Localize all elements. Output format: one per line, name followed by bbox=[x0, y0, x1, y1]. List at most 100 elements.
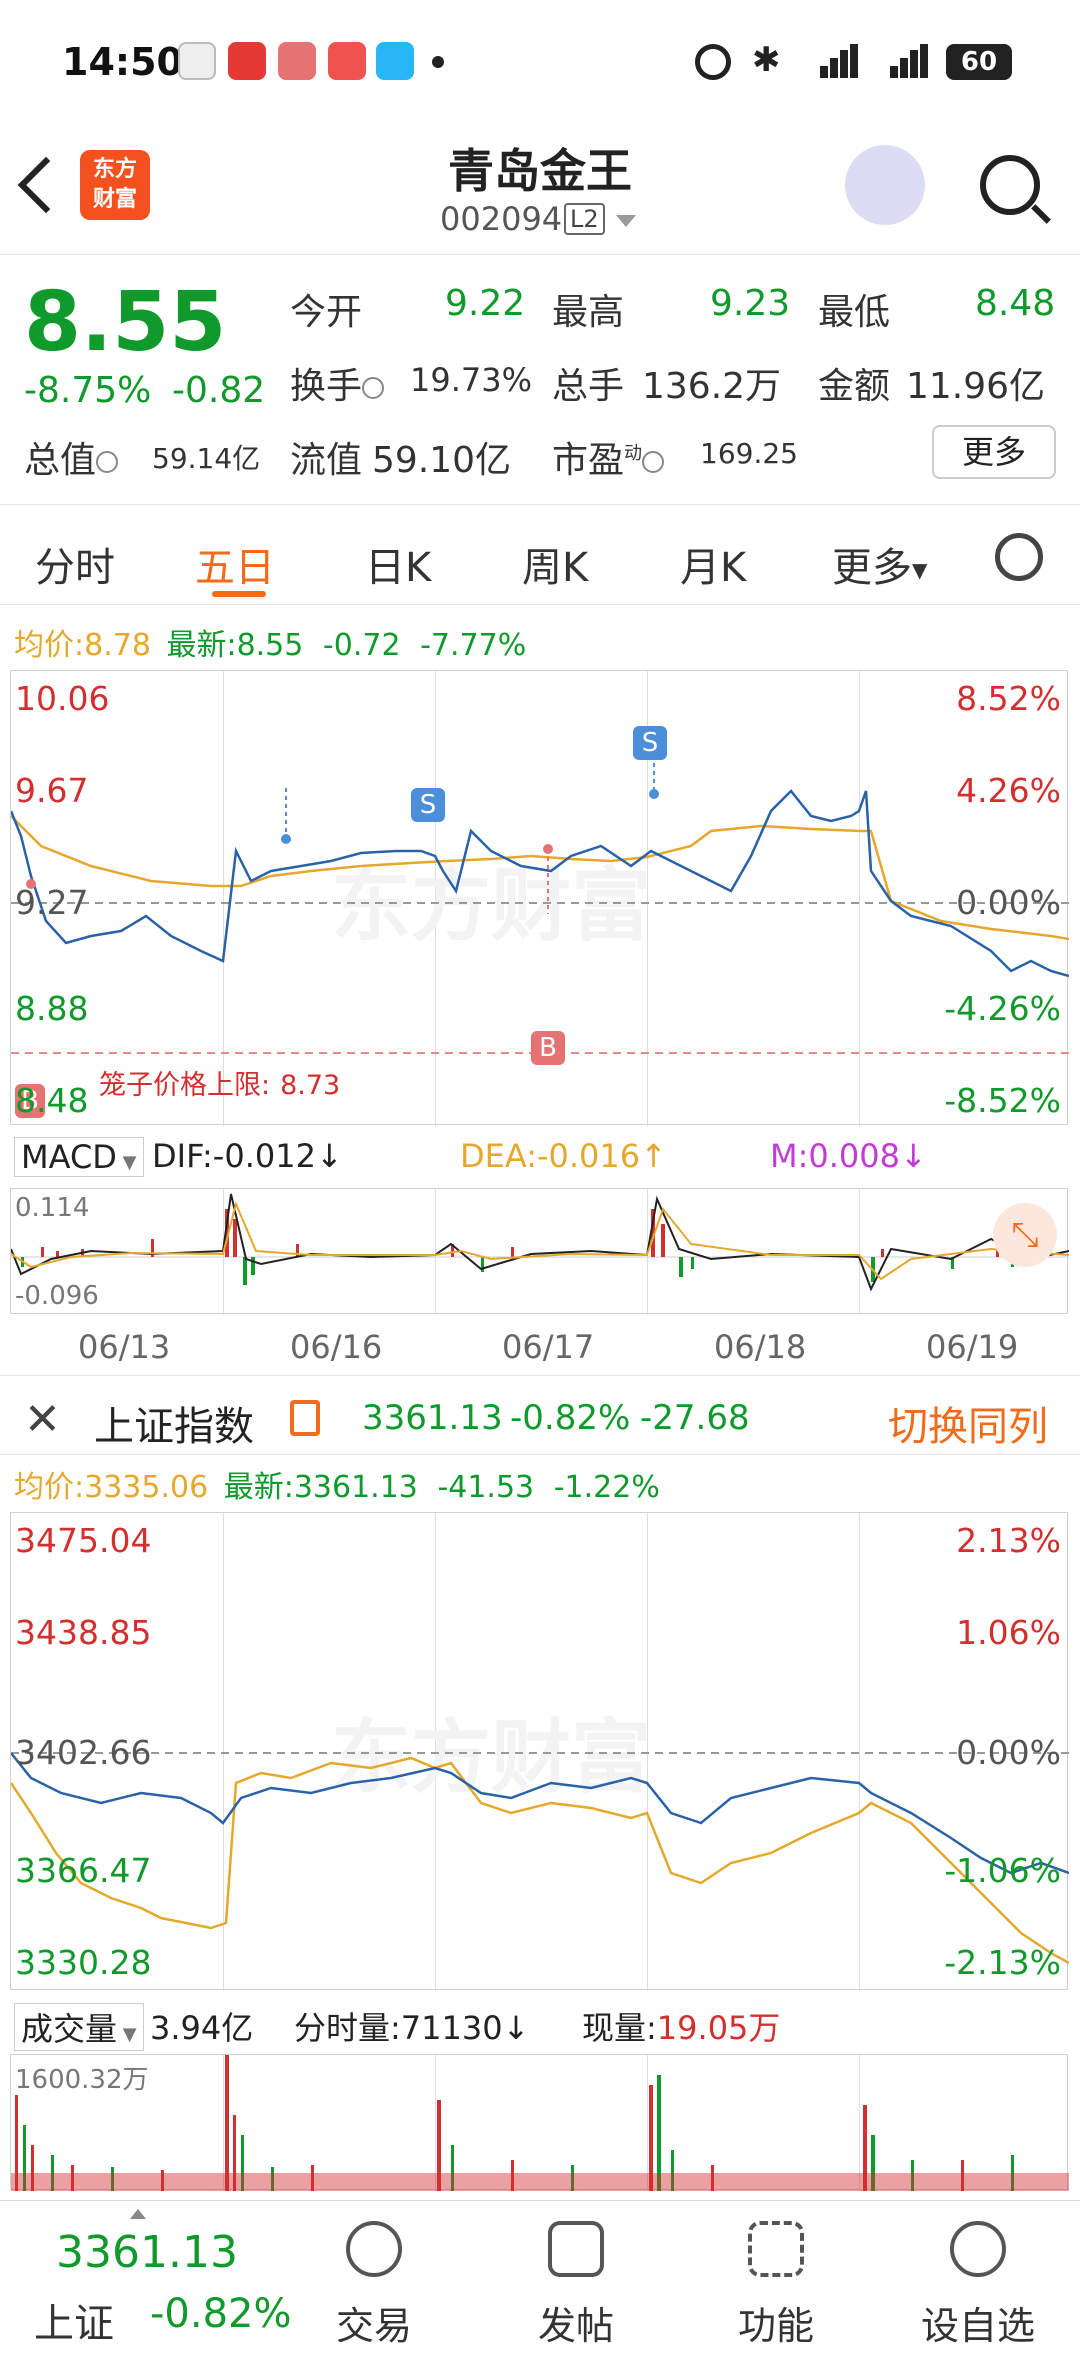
more-quote-button[interactable]: 更多 bbox=[932, 425, 1056, 479]
nav-post[interactable]: 发帖 bbox=[516, 2221, 636, 2350]
lock-icon[interactable] bbox=[290, 1400, 320, 1436]
active-tab-indicator bbox=[212, 591, 266, 597]
switch-column-button[interactable]: 切换同列 bbox=[888, 1394, 1048, 1452]
market-cap-value: 59.14亿 bbox=[152, 442, 261, 475]
buy-marker[interactable]: B bbox=[531, 1031, 565, 1065]
info-icon bbox=[362, 377, 385, 399]
chart-tabs: 分时 五日 日K 周K 月K 更多▼ bbox=[0, 505, 1080, 605]
nav-functions[interactable]: 功能 bbox=[716, 2221, 836, 2350]
amount-label: 金额 bbox=[818, 366, 891, 407]
volume-selector[interactable]: 成交量 ▼ bbox=[14, 2003, 144, 2051]
index-bar: ✕ 上证指数 3361.13 -0.82% -27.68 切换同列 bbox=[0, 1375, 1080, 1455]
tab-more[interactable]: 更多▼ bbox=[832, 535, 927, 593]
current-price: 8.55 bbox=[24, 275, 227, 370]
y-axis-label: 10.06 bbox=[15, 679, 110, 718]
dea-value: DEA:-0.016↑ bbox=[460, 1137, 667, 1175]
y-axis-label: 9.27 bbox=[15, 883, 89, 922]
date-label: 06/19 bbox=[926, 1328, 1019, 1366]
open-label: 今开 bbox=[290, 292, 363, 333]
y-axis-label: 8.88 bbox=[15, 989, 89, 1028]
pe-label: 市盈动 bbox=[552, 431, 665, 483]
y-axis-label: 3475.04 bbox=[15, 1521, 152, 1560]
price-limit-label: 笼子价格上限: 8.73 bbox=[99, 1070, 341, 1101]
turnover-value: 19.73% bbox=[410, 361, 533, 399]
macd-selector[interactable]: MACD ▼ bbox=[14, 1137, 144, 1177]
y-axis-pct-label: -4.26% bbox=[944, 989, 1061, 1028]
info-icon bbox=[642, 451, 665, 473]
status-bar: 14:50 ✱ 60 bbox=[0, 0, 1080, 125]
stock-header: 东方 财富 青岛金王 002094 L2 bbox=[0, 125, 1080, 255]
float-cap-label: 流值 bbox=[290, 440, 363, 481]
close-icon[interactable]: ✕ bbox=[24, 1394, 61, 1445]
index-value: 3361.13 bbox=[362, 1398, 503, 1438]
date-label: 06/18 bbox=[714, 1328, 807, 1366]
index-chart[interactable]: 东方财富 3475.04 3438.85 3402.66 3366.47 333… bbox=[10, 1512, 1069, 1991]
app-notification-icon bbox=[278, 42, 316, 80]
y-axis-label: 8.48 bbox=[15, 1081, 89, 1120]
high-label: 最高 bbox=[552, 292, 625, 333]
pe-value: 169.25 bbox=[700, 437, 798, 470]
quote-panel: 8.55 -8.75% -0.82 今开 9.22 最高 9.23 最低 8.4… bbox=[0, 255, 1080, 505]
signal-5g-icon bbox=[870, 44, 928, 78]
market-cap-label: 总值 bbox=[24, 431, 119, 483]
nav-index-percent[interactable]: -0.82% bbox=[150, 2291, 292, 2337]
bottom-navigation: 3361.13 上证 -0.82% 交易 发帖 功能 设自选 bbox=[0, 2200, 1080, 2376]
tab-weekly-k[interactable]: 周K bbox=[522, 535, 588, 593]
change-percent: -8.75% bbox=[24, 370, 152, 411]
y-axis-pct-label: -2.13% bbox=[944, 1943, 1061, 1982]
volume-total: 3.94亿 bbox=[150, 2009, 254, 2047]
post-icon bbox=[548, 2221, 604, 2277]
macd-min-label: -0.096 bbox=[15, 1281, 99, 1311]
volume-bars bbox=[11, 2055, 1069, 2191]
m-value: M:0.008↓ bbox=[770, 1137, 927, 1175]
macd-lines bbox=[11, 1193, 1069, 1292]
index-chart-info: 均价:3335.06 最新:3361.13 -41.53 -1.22% bbox=[14, 1470, 660, 1505]
more-notifications-dot-icon bbox=[432, 56, 444, 68]
stock-chart-info: 均价:8.78 最新:8.55 -0.72 -7.77% bbox=[14, 628, 527, 663]
battery-icon: 60 bbox=[946, 44, 1012, 80]
y-axis-pct-label: -1.06% bbox=[944, 1851, 1061, 1890]
index-change: -27.68 bbox=[640, 1398, 750, 1438]
minute-volume: 分时量:71130↓ bbox=[294, 2009, 530, 2047]
date-label: 06/17 bbox=[502, 1328, 595, 1366]
bluetooth-icon: ✱ bbox=[752, 40, 781, 80]
stock-code: 002094 bbox=[440, 200, 563, 238]
volume-chart[interactable]: 1600.32万 bbox=[10, 2054, 1069, 2191]
clock-app-icon bbox=[178, 42, 216, 80]
macd-chart[interactable]: 0.114 -0.096 ⤡ bbox=[10, 1188, 1069, 1315]
gear-icon[interactable] bbox=[995, 533, 1043, 581]
nav-trade[interactable]: 交易 bbox=[314, 2221, 434, 2350]
status-time: 14:50 bbox=[62, 40, 183, 84]
sell-marker[interactable]: S bbox=[633, 726, 667, 760]
nav-index-value[interactable]: 3361.13 bbox=[56, 2227, 238, 2278]
app-notification-icon bbox=[228, 42, 266, 80]
date-label: 06/16 bbox=[290, 1328, 383, 1366]
index-lines bbox=[11, 1752, 1069, 1965]
nav-add-watchlist[interactable]: 设自选 bbox=[918, 2221, 1038, 2350]
tab-five-day[interactable]: 五日 bbox=[195, 535, 275, 593]
level2-badge[interactable]: L2 bbox=[564, 203, 605, 235]
y-axis-label: 3330.28 bbox=[15, 1943, 152, 1982]
expand-up-icon[interactable] bbox=[130, 2209, 146, 2219]
macd-max-label: 0.114 bbox=[15, 1193, 90, 1223]
sell-marker[interactable]: S bbox=[411, 788, 445, 822]
search-icon[interactable] bbox=[980, 155, 1040, 215]
tab-intraday[interactable]: 分时 bbox=[35, 535, 115, 593]
stock-price-chart[interactable]: 东方财富 S S B B 10.06 9.67 9.27 8.88 8.48 8… bbox=[10, 670, 1069, 1126]
nav-index-name[interactable]: 上证 bbox=[34, 2291, 114, 2349]
date-label: 06/13 bbox=[78, 1328, 171, 1366]
high-value: 9.23 bbox=[710, 283, 791, 324]
expand-icon[interactable]: ⤡ bbox=[993, 1203, 1057, 1267]
y-axis-label: 3402.66 bbox=[15, 1733, 152, 1772]
tab-monthly-k[interactable]: 月K bbox=[680, 535, 746, 593]
tab-daily-k[interactable]: 日K bbox=[365, 535, 431, 593]
low-label: 最低 bbox=[818, 292, 891, 333]
y-axis-pct-label: 2.13% bbox=[956, 1521, 1061, 1560]
assistant-robot-icon[interactable] bbox=[845, 145, 925, 225]
y-axis-pct-label: 4.26% bbox=[956, 771, 1061, 810]
alarm-icon bbox=[695, 44, 731, 80]
volume-value: 136.2万 bbox=[642, 366, 782, 407]
turnover-label: 换手 bbox=[290, 357, 385, 409]
code-dropdown-icon[interactable] bbox=[616, 215, 636, 227]
open-value: 9.22 bbox=[445, 283, 526, 324]
